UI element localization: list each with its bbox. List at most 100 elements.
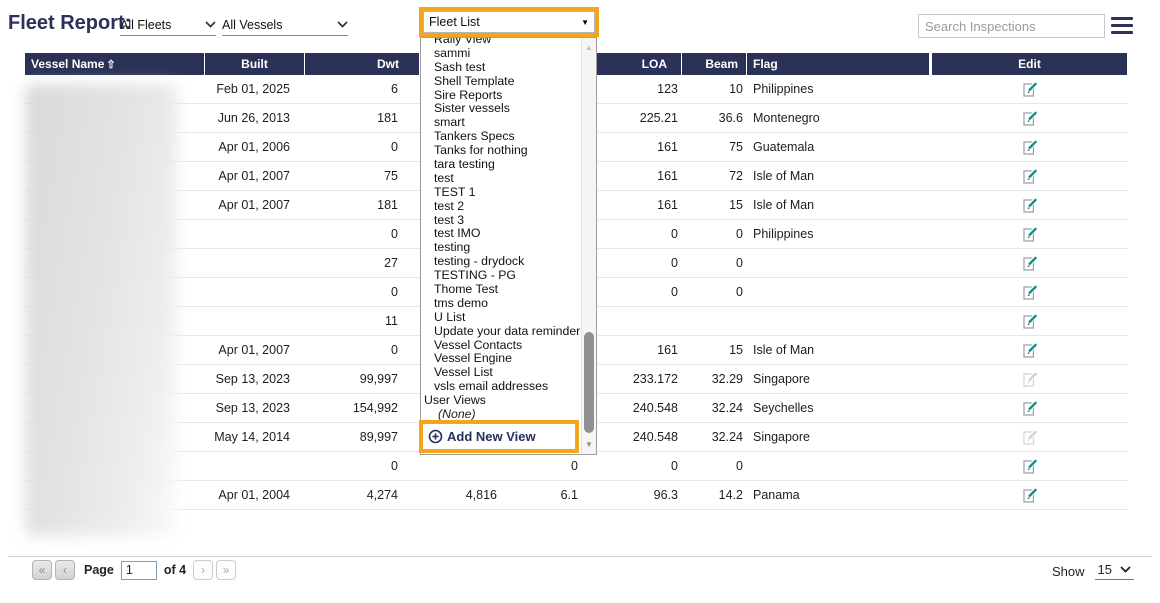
edit-row-button[interactable]	[932, 452, 1127, 480]
view-dropdown-item[interactable]: TESTING - PG	[421, 269, 581, 283]
view-dropdown-item[interactable]: test	[421, 172, 581, 186]
edit-row-button[interactable]	[932, 75, 1127, 103]
chevron-down-icon	[205, 21, 216, 28]
view-dropdown-item[interactable]: Vessel Contacts	[421, 339, 581, 353]
cell-flag: Singapore	[747, 365, 930, 393]
menu-icon[interactable]	[1111, 17, 1133, 38]
view-select-highlight: Fleet List ▼	[419, 7, 599, 37]
cell-hidden-a	[420, 452, 500, 480]
cell-flag: Isle of Man	[747, 191, 930, 219]
view-dropdown-item[interactable]: sammi	[421, 47, 581, 61]
view-select[interactable]: Fleet List ▼	[423, 11, 595, 33]
edit-row-button[interactable]	[932, 278, 1127, 306]
edit-row-button[interactable]	[932, 104, 1127, 132]
view-dropdown-item[interactable]: TEST 1	[421, 186, 581, 200]
edit-icon[interactable]	[1021, 255, 1038, 272]
view-dropdown-item[interactable]: test 3	[421, 214, 581, 228]
cell-built	[205, 249, 305, 277]
edit-row-button[interactable]	[932, 394, 1127, 422]
edit-row-button[interactable]	[932, 220, 1127, 248]
view-dropdown-item[interactable]: smart	[421, 116, 581, 130]
view-dropdown-item[interactable]: test 2	[421, 200, 581, 214]
view-dropdown-item[interactable]: Update your data reminder	[421, 325, 581, 339]
search-input[interactable]	[925, 19, 1101, 34]
edit-icon[interactable]	[1021, 110, 1038, 127]
view-dropdown-item[interactable]: Thome Test	[421, 283, 581, 297]
pagination: « ‹ Page of 4 › »	[32, 560, 236, 580]
cell-flag: Philippines	[747, 220, 930, 248]
next-page-button[interactable]: ›	[193, 560, 213, 580]
view-dropdown-item[interactable]: testing	[421, 241, 581, 255]
view-dropdown-item[interactable]: tms demo	[421, 297, 581, 311]
view-dropdown-item[interactable]: Tankers Specs	[421, 130, 581, 144]
cell-built: Jun 26, 2013	[205, 104, 305, 132]
view-dropdown-item[interactable]: Tanks for nothing	[421, 144, 581, 158]
cell-flag: Isle of Man	[747, 336, 930, 364]
last-page-button[interactable]: »	[216, 560, 236, 580]
view-dropdown-item[interactable]: vsls email addresses	[421, 380, 581, 394]
column-header-built[interactable]: Built	[205, 53, 305, 75]
first-page-button[interactable]: «	[32, 560, 52, 580]
edit-icon[interactable]	[1021, 313, 1038, 330]
edit-icon[interactable]	[1021, 168, 1038, 185]
column-header-beam[interactable]: Beam	[682, 53, 747, 75]
edit-icon[interactable]	[1021, 226, 1038, 243]
view-dropdown-item[interactable]: Sash test	[421, 61, 581, 75]
edit-icon[interactable]	[1021, 400, 1038, 417]
edit-row-button[interactable]	[932, 133, 1127, 161]
dropdown-scrollbar[interactable]: ▲ ▼	[581, 38, 596, 454]
edit-row-button[interactable]	[932, 162, 1127, 190]
view-dropdown-item[interactable]: test IMO	[421, 227, 581, 241]
edit-icon[interactable]	[1021, 487, 1038, 504]
view-dropdown-item[interactable]: Shell Template	[421, 75, 581, 89]
cell-dwt: 0	[305, 133, 420, 161]
edit-icon[interactable]	[1021, 197, 1038, 214]
edit-icon[interactable]	[1021, 429, 1038, 446]
fleet-filter-select[interactable]: All Fleets	[120, 14, 216, 36]
scrollbar-thumb[interactable]	[584, 332, 594, 433]
redacted-vessel-names	[25, 84, 177, 536]
cell-dwt: 4,274	[305, 481, 420, 509]
chevron-down-icon	[1120, 566, 1131, 573]
cell-beam: 32.24	[682, 423, 747, 451]
edit-icon[interactable]	[1021, 458, 1038, 475]
vessel-filter-select[interactable]: All Vessels	[222, 14, 348, 36]
edit-icon[interactable]	[1021, 342, 1038, 359]
add-new-view-button[interactable]: Add New View	[419, 420, 579, 453]
scroll-up-icon[interactable]: ▲	[582, 43, 596, 52]
view-dropdown-item[interactable]: tara testing	[421, 158, 581, 172]
cell-beam: 0	[682, 220, 747, 248]
view-dropdown-item[interactable]: testing - drydock	[421, 255, 581, 269]
cell-built	[205, 307, 305, 335]
column-header-vessel-name[interactable]: Vessel Name ⇧	[25, 53, 205, 75]
cell-built: Sep 13, 2023	[205, 394, 305, 422]
view-dropdown-item[interactable]: Sire Reports	[421, 89, 581, 103]
cell-flag: Montenegro	[747, 104, 930, 132]
prev-page-button[interactable]: ‹	[55, 560, 75, 580]
table-row: Apr 01, 20044,2744,8166.196.314.2Panama	[25, 481, 1127, 510]
edit-icon[interactable]	[1021, 284, 1038, 301]
column-header-flag[interactable]: Flag	[747, 53, 930, 75]
scroll-down-icon[interactable]: ▼	[582, 440, 596, 449]
cell-flag	[747, 249, 930, 277]
cell-dwt: 0	[305, 336, 420, 364]
view-dropdown-item[interactable]: Sister vessels	[421, 102, 581, 116]
cell-flag: Philippines	[747, 75, 930, 103]
edit-row-button[interactable]	[932, 249, 1127, 277]
edit-icon[interactable]	[1021, 81, 1038, 98]
page-number-input[interactable]	[121, 561, 157, 580]
view-select-value: Fleet List	[429, 15, 480, 29]
edit-icon[interactable]	[1021, 139, 1038, 156]
edit-row-button[interactable]	[932, 307, 1127, 335]
edit-icon[interactable]	[1021, 371, 1038, 388]
view-dropdown-item[interactable]: Vessel Engine	[421, 352, 581, 366]
edit-row-button[interactable]	[932, 191, 1127, 219]
rows-per-page-select[interactable]: 15	[1095, 562, 1134, 580]
edit-row-button[interactable]	[932, 481, 1127, 509]
cell-hidden-b: 0	[500, 452, 580, 480]
view-dropdown-item[interactable]: Vessel List	[421, 366, 581, 380]
cell-beam	[682, 307, 747, 335]
view-dropdown-item[interactable]: U List	[421, 311, 581, 325]
edit-row-button[interactable]	[932, 336, 1127, 364]
column-header-dwt[interactable]: Dwt	[305, 53, 420, 75]
